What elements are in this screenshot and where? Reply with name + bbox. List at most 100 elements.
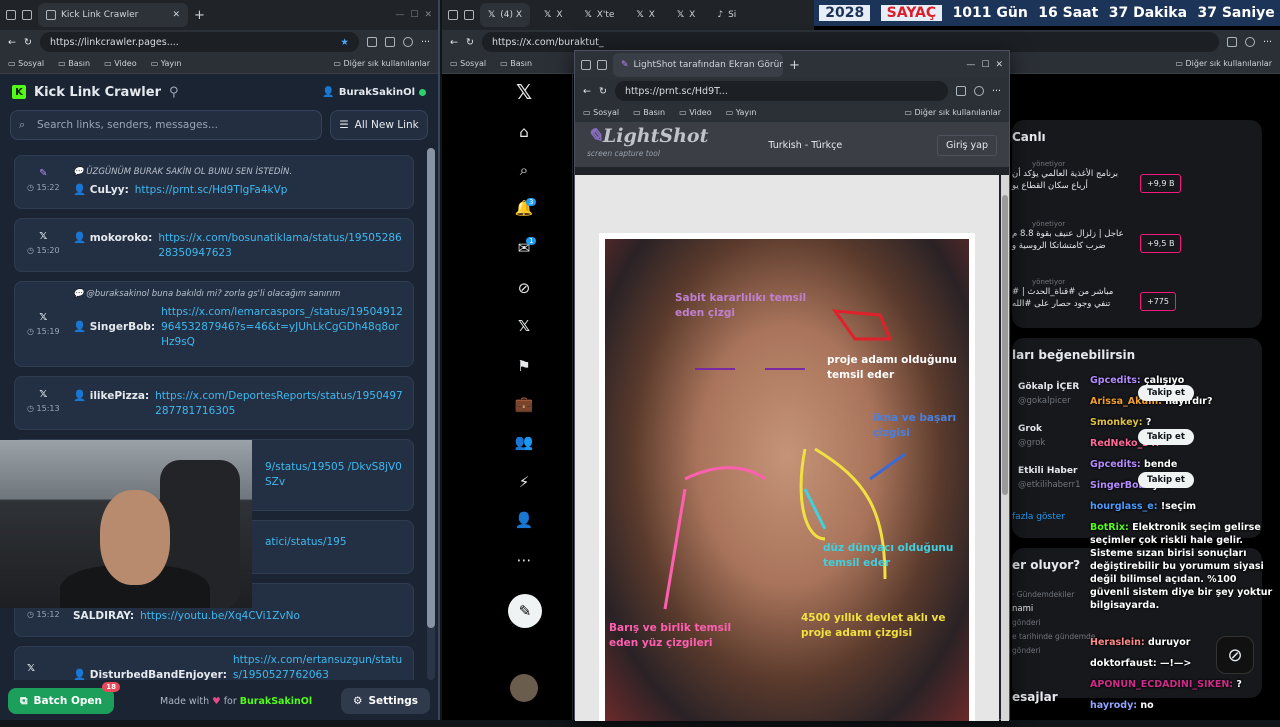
new-tab-button[interactable]: + — [194, 8, 205, 23]
x-logo-icon[interactable]: 𝕏 — [514, 80, 534, 104]
menu-dots-icon[interactable]: ··· — [992, 86, 1001, 97]
batch-open-button[interactable]: ⧉ Batch Open 18 — [8, 682, 121, 714]
tab-x-1[interactable]: 𝕏 (4) X — [480, 3, 531, 27]
live-item[interactable]: yönetiyor عاجل | زلزال عنيف بقوة 8.8 م ض… — [1012, 220, 1257, 253]
back-icon[interactable]: ← — [8, 37, 16, 48]
back-icon[interactable]: ← — [583, 86, 591, 97]
extension-icon-2[interactable] — [384, 37, 395, 47]
language-selector[interactable]: Turkish - Türkçe — [768, 140, 842, 151]
home-icon[interactable]: ⌂ — [514, 122, 534, 142]
right-address-field[interactable]: https://x.com/buraktut_ — [481, 32, 1219, 52]
tab-x-4[interactable]: 𝕏X — [628, 3, 662, 27]
bookmarks-icon[interactable]: ⚑ — [514, 356, 534, 376]
explore-icon[interactable]: ⌕ — [514, 160, 534, 180]
message-list-scrollbar[interactable] — [427, 148, 435, 680]
reload-icon[interactable]: ↻ — [599, 86, 607, 97]
tab-actions-icon[interactable] — [597, 60, 607, 70]
profile-icon[interactable] — [1244, 37, 1255, 47]
maximize-icon[interactable]: ☐ — [410, 10, 418, 20]
close-tab-icon[interactable]: ✕ — [172, 10, 180, 20]
scrollbar-thumb[interactable] — [427, 148, 435, 628]
bookmark-yayin[interactable]: ▭ Yayın — [151, 59, 182, 68]
reload-icon[interactable]: ↻ — [24, 37, 32, 48]
bookmark-basin[interactable]: ▭ Basın — [58, 59, 90, 68]
message-link[interactable]: https://x.com/lemarcaspors_/status/19504… — [161, 305, 403, 350]
account-avatar[interactable] — [510, 674, 538, 702]
follow-button[interactable]: Takip et — [1138, 429, 1194, 445]
tab-kick-link-crawler[interactable]: Kick Link Crawler ✕ — [38, 3, 188, 27]
message-link[interactable]: 9/status/19505 /DkvS8jV0SZv — [265, 460, 403, 490]
bookmark-video[interactable]: ▭ Video — [104, 59, 137, 68]
bookmark-basin[interactable]: ▭ Basın — [633, 108, 665, 117]
tab-x-3[interactable]: 𝕏 X'te — [576, 3, 622, 27]
follow-button[interactable]: Takip et — [1138, 472, 1194, 488]
live-item[interactable]: yönetiyor برنامج الأغذية العالمي يؤكد أن… — [1012, 160, 1257, 193]
communities-icon[interactable]: 👥 — [514, 432, 534, 452]
menu-dots-icon[interactable]: ··· — [1263, 37, 1272, 48]
profile-icon[interactable] — [973, 86, 984, 96]
login-button[interactable]: Giriş yap — [937, 134, 997, 156]
post-button[interactable]: ✎ — [508, 594, 542, 628]
extension-icon[interactable] — [1226, 37, 1237, 47]
close-window-icon[interactable]: ✕ — [424, 10, 432, 20]
jobs-icon[interactable]: 💼 — [514, 394, 534, 414]
live-item[interactable]: yönetiyor مباشر من #قناة_الحدث | # تنفي … — [1012, 278, 1257, 311]
follow-button[interactable]: Takip et — [1138, 385, 1194, 401]
messages-drawer[interactable]: esajlar — [1012, 690, 1058, 704]
premium-icon[interactable]: 𝕏 — [514, 316, 534, 336]
list-item[interactable]: 𝕏 ◷ 15:20 👤 mokoroko: https://x.com/bosuna… — [14, 218, 414, 272]
lightshot-logo[interactable]: ✎LightShot screen capture tool — [587, 127, 708, 163]
maximize-icon[interactable]: ☐ — [981, 60, 989, 70]
profile-nav-icon[interactable]: 👤 — [514, 510, 534, 530]
new-tab-button[interactable]: + — [789, 58, 800, 73]
popup-address-field[interactable]: https://prnt.sc/Hd9T... — [614, 81, 948, 101]
list-item[interactable]: 𝕏 ◷ 15:13 👤 ilikePizza: https://x.com/Depo… — [14, 376, 414, 430]
verified-orgs-icon[interactable]: ⚡ — [514, 472, 534, 492]
suggestion-name[interactable]: Gökalp İÇER — [1018, 382, 1079, 392]
tab-lightshot[interactable]: ✎ LightShot tarafından Ekran Görün ✕ — [613, 53, 783, 77]
bookmark-sosyal[interactable]: ▭ Sosyal — [450, 59, 486, 68]
workspaces-icon[interactable] — [581, 60, 591, 70]
suggestion-name[interactable]: Grok — [1018, 424, 1042, 434]
search-input[interactable]: ⌕ Search links, senders, messages... — [10, 110, 322, 140]
close-window-icon[interactable]: ✕ — [995, 60, 1003, 70]
grok-icon[interactable]: ⊘ — [514, 278, 534, 298]
menu-dots-icon[interactable]: ··· — [421, 37, 430, 48]
filter-dropdown[interactable]: ☰ All New Link — [330, 110, 428, 140]
show-more-link[interactable]: fazla göster — [1012, 512, 1065, 522]
message-link[interactable]: https://x.com/bosunatiklama/status/19505… — [158, 231, 403, 261]
trend-lines[interactable]: · Gündemdekiler nami gönderi e tarihinde… — [1012, 588, 1095, 658]
workspaces-icon[interactable] — [448, 10, 458, 20]
suggestion-name[interactable]: Etkili Haber — [1018, 466, 1077, 476]
scrollbar-thumb[interactable] — [1002, 195, 1008, 495]
extension-icon[interactable] — [955, 86, 966, 96]
bookmark-video[interactable]: ▭ Video — [679, 108, 712, 117]
bookmark-other[interactable]: ▭ Diğer sık kullanılanlar — [333, 59, 430, 68]
popup-scrollbar[interactable] — [1001, 175, 1009, 721]
tab-x-2[interactable]: 𝕏X — [536, 3, 570, 27]
bookmark-other[interactable]: ▭ Diğer sık kullanılanlar — [1175, 59, 1272, 68]
minimize-icon[interactable]: — — [966, 60, 975, 70]
tab-actions-icon[interactable] — [464, 10, 474, 20]
grok-float-icon[interactable]: ⊘ — [1216, 636, 1254, 674]
profile-icon[interactable] — [402, 37, 413, 47]
message-link[interactable]: https://youtu.be/Xq4CVi1ZvNo — [140, 609, 300, 624]
bookmark-yayin[interactable]: ▭ Yayın — [726, 108, 757, 117]
settings-button[interactable]: ⚙ Settings — [341, 688, 430, 714]
list-item[interactable]: 𝕏 ◷ 15:19 💬 @buraksakinol buna bakıldı mi… — [14, 281, 414, 367]
bookmark-other[interactable]: ▭ Diğer sık kullanılanlar — [904, 108, 1001, 117]
tab-tiktok[interactable]: ♪ Si — [709, 3, 744, 27]
bookmark-sosyal[interactable]: ▭ Sosyal — [8, 59, 44, 68]
message-link[interactable]: atici/status/195 — [265, 535, 347, 550]
message-link[interactable]: https://x.com/ertansuzgun/status/1950527… — [233, 653, 403, 680]
message-link[interactable]: https://prnt.sc/Hd9TlgFa4kVp — [135, 183, 288, 198]
reload-icon[interactable]: ↻ — [466, 37, 474, 48]
pin-icon[interactable]: ⚲ — [169, 85, 179, 100]
more-icon[interactable]: ⋯ — [514, 550, 534, 570]
bookmark-basin[interactable]: ▭ Basın — [500, 59, 532, 68]
bookmark-sosyal[interactable]: ▭ Sosyal — [583, 108, 619, 117]
back-icon[interactable]: ← — [450, 37, 458, 48]
left-address-field[interactable]: https://linkcrawler.pages.... ★ — [39, 32, 359, 52]
list-item[interactable]: ✎ ◷ 15:22 💬 ÜZGÜNÜM BURAK SAKİN OL BUNU S… — [14, 155, 414, 209]
tab-x-5[interactable]: 𝕏X — [669, 3, 703, 27]
